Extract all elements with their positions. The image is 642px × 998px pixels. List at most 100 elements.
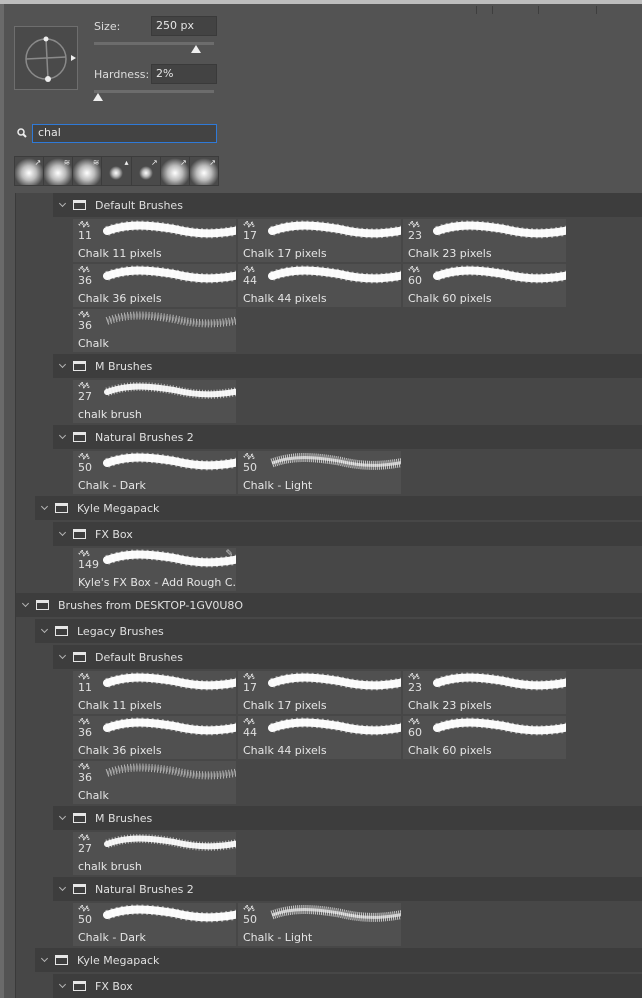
chevron-down-icon[interactable] — [22, 601, 30, 609]
brush-search-input[interactable]: chal — [32, 124, 217, 143]
brush-tip-thumbnail-icon — [243, 221, 255, 228]
size-field[interactable]: 250 px — [151, 16, 217, 36]
brush-tip-icon — [109, 166, 124, 180]
chevron-down-icon[interactable] — [59, 433, 67, 441]
recent-brush-small-round[interactable]: ↗ — [131, 157, 160, 185]
brush-stroke-preview — [433, 265, 566, 284]
brush-row: 11 Chalk 11 pixels 17 Chalk 17 pixels 23… — [73, 671, 642, 714]
brush-stroke-preview — [103, 549, 236, 568]
brush-row: 27 chalk brush — [73, 832, 642, 875]
brush-name: Chalk 23 pixels — [408, 247, 492, 260]
chevron-down-icon[interactable] — [59, 885, 67, 893]
hardness-label: Hardness: — [94, 68, 150, 81]
recent-brush-soft-round[interactable]: ≋ — [44, 157, 73, 185]
search-icon — [17, 128, 27, 138]
brush-preset-tile[interactable]: 36 Chalk 36 pixels — [73, 716, 236, 759]
chevron-down-icon[interactable] — [59, 201, 67, 209]
brush-preset-tile[interactable]: 11 Chalk 11 pixels — [73, 671, 236, 714]
airbrush-icon: ≋ — [63, 158, 71, 167]
brush-size: 11 — [78, 229, 92, 242]
brush-group-header[interactable]: Kyle Megapack — [35, 496, 642, 520]
chevron-down-icon[interactable] — [59, 982, 67, 990]
brush-group-header[interactable]: Kyle Megapack — [35, 948, 642, 972]
brush-angle-crosshair-icon — [25, 36, 76, 82]
recent-brush-soft-round[interactable]: ↗ — [160, 157, 189, 185]
brush-group-header[interactable]: Default Brushes — [53, 645, 642, 669]
brush-name: Chalk - Dark — [78, 479, 146, 492]
brush-preset-tile[interactable]: 17 Chalk 17 pixels — [238, 219, 401, 262]
brush-stroke-preview — [103, 672, 236, 691]
brush-preset-tile[interactable]: 44 Chalk 44 pixels — [238, 716, 401, 759]
brush-preset-tile[interactable]: 36 Chalk — [73, 309, 236, 352]
chevron-down-icon[interactable] — [41, 504, 49, 512]
hardness-field[interactable]: 2% — [151, 64, 217, 84]
brush-group-header[interactable]: Natural Brushes 2 — [53, 425, 642, 449]
brush-preset-tile[interactable]: 23 Chalk 23 pixels — [403, 671, 566, 714]
folder-icon — [55, 955, 68, 965]
brush-name: Chalk - Dark — [78, 931, 146, 944]
group-label: Kyle Megapack — [77, 501, 160, 515]
brush-name: Chalk 17 pixels — [243, 699, 327, 712]
brush-group-header[interactable]: Natural Brushes 2 — [53, 877, 642, 901]
brush-group-header[interactable]: Legacy Brushes — [35, 619, 642, 643]
brush-group-header[interactable]: FX Box — [53, 974, 642, 998]
recent-brush-soft-round[interactable]: ↗ — [189, 157, 218, 185]
recent-brush-soft-round[interactable]: ↗ — [15, 157, 44, 185]
folder-icon — [36, 600, 49, 610]
brush-tip-thumbnail-icon — [243, 453, 255, 460]
brush-size: 23 — [408, 681, 422, 694]
group-label: Default Brushes — [95, 650, 183, 664]
chevron-down-icon[interactable] — [59, 530, 67, 538]
brush-preset-tile[interactable]: 149 Kyle's FX Box - Add Rough C... ✎ — [73, 548, 236, 591]
divider — [476, 6, 477, 14]
hardness-slider-thumb[interactable] — [93, 93, 104, 101]
brush-preset-list[interactable]: Default Brushes 11 Chalk 11 pixels 17 Ch… — [15, 193, 642, 998]
brush-preset-tile[interactable]: 11 Chalk 11 pixels — [73, 219, 236, 262]
hardness-slider[interactable] — [94, 90, 214, 93]
brush-preset-tile[interactable]: 36 Chalk 36 pixels — [73, 264, 236, 307]
brush-group-header[interactable]: M Brushes — [53, 354, 642, 378]
brush-preset-tile[interactable]: 17 Chalk 17 pixels — [238, 671, 401, 714]
brush-size: 44 — [243, 726, 257, 739]
chevron-down-icon[interactable] — [41, 956, 49, 964]
chevron-down-icon[interactable] — [59, 653, 67, 661]
brush-preset-tile[interactable]: 23 Chalk 23 pixels — [403, 219, 566, 262]
brush-tip-thumbnail-icon — [78, 905, 90, 912]
brush-size: 27 — [78, 390, 92, 403]
brush-preset-tile[interactable]: 27 chalk brush — [73, 832, 236, 875]
recent-brush-soft-round[interactable]: ≋ — [73, 157, 102, 185]
brush-group-header[interactable]: Default Brushes — [53, 193, 642, 217]
brush-preset-tile[interactable]: 50 Chalk - Dark — [73, 451, 236, 494]
folder-icon — [73, 884, 86, 894]
folder-icon — [73, 200, 86, 210]
brush-group-header[interactable]: Brushes from DESKTOP-1GV0U8O — [16, 593, 642, 617]
brush-preset-tile[interactable]: 50 Chalk - Light — [238, 903, 401, 946]
brush-stroke-preview — [103, 904, 236, 923]
pencil-edit-icon[interactable]: ✎ — [225, 549, 233, 559]
chevron-down-icon[interactable] — [59, 814, 67, 822]
brush-stroke-preview — [103, 452, 236, 471]
brush-size: 60 — [408, 274, 422, 287]
brush-group-header[interactable]: FX Box — [53, 522, 642, 546]
size-slider-thumb[interactable] — [191, 45, 201, 53]
brush-stroke-preview — [104, 382, 236, 399]
brush-name: Chalk 23 pixels — [408, 699, 492, 712]
group-label: Natural Brushes 2 — [95, 882, 194, 896]
chevron-down-icon[interactable] — [59, 362, 67, 370]
brush-preset-tile[interactable]: 60 Chalk 60 pixels — [403, 716, 566, 759]
brush-preset-tile[interactable]: 50 Chalk - Light — [238, 451, 401, 494]
brush-angle-preview[interactable] — [14, 26, 78, 90]
brush-preset-tile[interactable]: 44 Chalk 44 pixels — [238, 264, 401, 307]
brush-preset-tile[interactable]: 60 Chalk 60 pixels — [403, 264, 566, 307]
chevron-down-icon[interactable] — [41, 627, 49, 635]
brush-preset-tile[interactable]: 36 Chalk — [73, 761, 236, 804]
brush-size: 50 — [243, 913, 257, 926]
brush-preset-tile[interactable]: 50 Chalk - Dark — [73, 903, 236, 946]
recent-brush-small-round[interactable]: ▴ — [102, 157, 131, 185]
brush-preset-tile[interactable]: 27 chalk brush — [73, 380, 236, 423]
brush-group-header[interactable]: M Brushes — [53, 806, 642, 830]
window-left-border — [0, 4, 4, 998]
brush-size: 44 — [243, 274, 257, 287]
brush-tip-thumbnail-icon — [78, 266, 90, 273]
folder-icon — [73, 361, 86, 371]
